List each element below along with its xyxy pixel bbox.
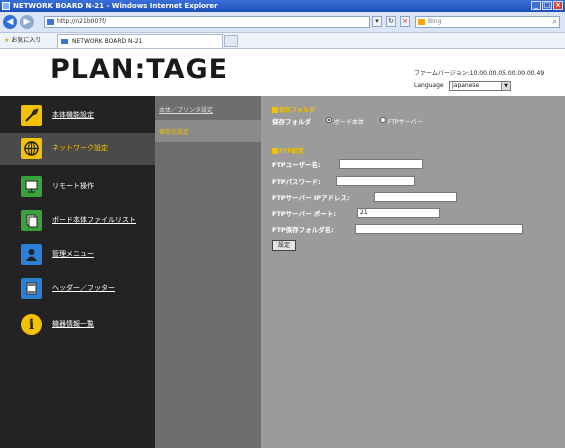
settings-panel: 保存フォルダ 保存フォルダ ボード本体 FTPサーバー FTP設定 FTPユーザ… (261, 96, 565, 448)
header-footer-icon (21, 278, 42, 299)
page-header: PLAN:TAGE ファームバージョン:10.00.00.05.00.00.00… (0, 49, 565, 96)
sidebar-item-device-info[interactable]: i 機器情報一覧 (0, 309, 155, 341)
ftp-folder-input[interactable] (355, 224, 523, 234)
browser-tab[interactable]: NETWORK BOARD N-21 (57, 34, 223, 48)
network-globe-icon (21, 138, 42, 159)
maximize-button[interactable]: □ (542, 1, 552, 10)
stop-icon[interactable]: × (400, 16, 410, 27)
sidebar-item-remote-operation[interactable]: リモート操作 (0, 171, 155, 203)
bing-icon (418, 19, 425, 25)
address-toolbar: ◀ ▶ http://n21b007f/ ▾ ↻ × Bing ⌕ (0, 12, 565, 33)
file-list-icon (21, 210, 42, 231)
ftp-password-input[interactable] (336, 176, 415, 186)
user-admin-icon (21, 244, 42, 265)
section-marker-icon (272, 107, 278, 113)
page-favicon-icon (47, 19, 54, 25)
sidebar-item-device-settings[interactable]: 本体機能設定 (0, 100, 155, 132)
sidebar: 本体機能設定 ネットワーク設定 リモート操作 ボード本体ファイルリスト 管理メニ… (0, 96, 155, 448)
submenu: 本体／プリンタ設定 保存先設定 (155, 96, 261, 448)
back-icon[interactable]: ◀ (3, 15, 17, 29)
new-tab-button[interactable] (224, 35, 238, 47)
refresh-icon[interactable]: ↻ (386, 16, 396, 27)
tab-favicon-icon (61, 39, 68, 44)
address-input[interactable]: http://n21b007f/ (44, 16, 370, 28)
window-title: NETWORK BOARD N-21 - Windows Internet Ex… (13, 2, 218, 10)
search-input[interactable]: Bing ⌕ (415, 16, 560, 28)
address-dropdown-icon[interactable]: ▾ (372, 16, 382, 27)
ftp-ip-input[interactable] (374, 192, 457, 202)
ftp-password-label: FTPパスワード: (272, 178, 321, 186)
star-icon: ★ (4, 37, 10, 44)
info-icon: i (21, 314, 42, 335)
ftp-folder-label: FTP保存フォルダ名: (272, 226, 334, 234)
ie-icon (2, 2, 10, 10)
save-folder-section-title: 保存フォルダ (272, 105, 315, 114)
close-button[interactable]: × (553, 1, 563, 10)
ftp-ip-label: FTPサーバー IPアドレス: (272, 194, 350, 202)
ftp-port-label: FTPサーバー ポート: (272, 210, 336, 218)
search-icon[interactable]: ⌕ (553, 17, 557, 27)
window-title-bar: NETWORK BOARD N-21 - Windows Internet Ex… (0, 0, 565, 12)
language-label: Language (414, 82, 444, 89)
radio-ftp-server-label: FTPサーバー (388, 119, 423, 126)
ftp-user-label: FTPユーザー名: (272, 161, 321, 169)
section-marker-icon (272, 148, 278, 154)
save-folder-label: 保存フォルダ (272, 118, 311, 126)
submenu-item-printer-settings[interactable]: 本体／プリンタ設定 (155, 98, 261, 120)
set-button[interactable]: 設定 (272, 240, 296, 251)
sidebar-item-admin-menu[interactable]: 管理メニュー (0, 239, 155, 271)
minimize-button[interactable]: _ (531, 1, 541, 10)
ftp-user-input[interactable] (339, 159, 423, 169)
sidebar-item-network-settings[interactable]: ネットワーク設定 (0, 133, 155, 165)
plantage-logo: PLAN:TAGE (50, 54, 229, 85)
sidebar-item-header-footer[interactable]: ヘッダー／フッター (0, 273, 155, 305)
firmware-version: ファームバージョン:10.00.00.05.00.00.00.49 (414, 70, 545, 77)
forward-icon[interactable]: ▶ (20, 15, 34, 29)
sidebar-item-file-list[interactable]: ボード本体ファイルリスト (0, 205, 155, 237)
ftp-section-title: FTP設定 (272, 146, 304, 155)
language-select[interactable]: Japanese ▼ (449, 81, 511, 91)
remote-display-icon (21, 176, 42, 197)
ftp-port-input[interactable]: 21 (357, 208, 440, 218)
favorites-button[interactable]: ★ お気に入り (4, 36, 41, 45)
chevron-down-icon: ▼ (501, 82, 510, 90)
favorites-bar: ★ お気に入り NETWORK BOARD N-21 (0, 33, 565, 49)
wrench-icon (21, 105, 42, 126)
submenu-item-save-destination[interactable]: 保存先設定 (155, 120, 261, 142)
radio-board-body-label: ボード本体 (334, 119, 365, 126)
